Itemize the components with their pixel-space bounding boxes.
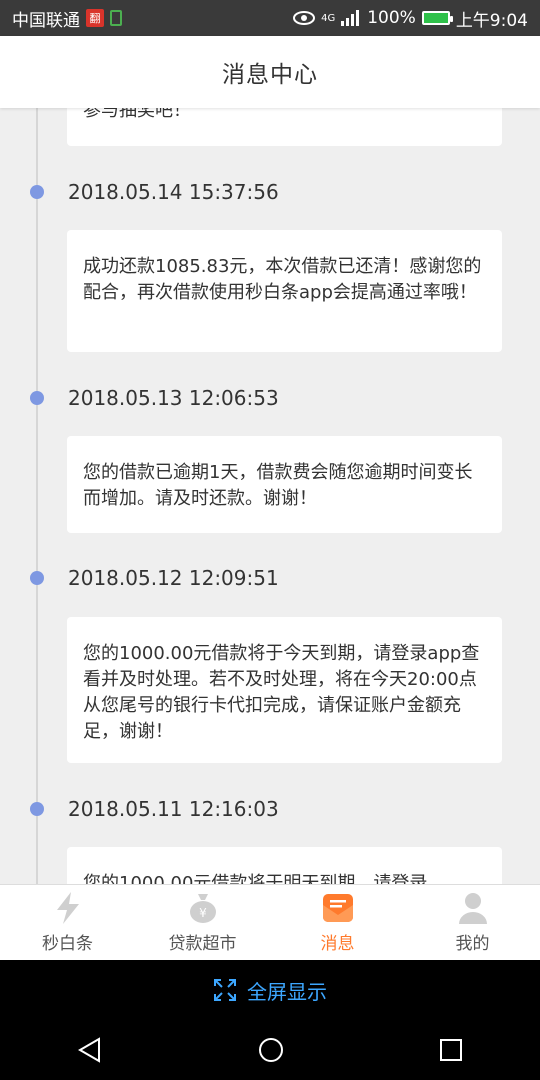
home-icon[interactable]	[258, 1037, 284, 1063]
nav-label: 我的	[455, 934, 490, 954]
timeline-dot	[30, 391, 44, 405]
message-date: 2018.05.11 12:16:03	[68, 797, 279, 821]
nav-label: 贷款超市	[168, 934, 237, 954]
network-type: 4G	[321, 12, 336, 24]
expand-icon	[214, 979, 236, 1001]
person-icon	[456, 891, 490, 925]
nav-label: 消息	[320, 934, 355, 954]
nav-item-miaobaitiao[interactable]: 秒白条	[0, 885, 135, 960]
svg-text:¥: ¥	[199, 906, 207, 920]
nav-item-messages[interactable]: 消息	[270, 885, 405, 960]
timeline-dot	[30, 185, 44, 199]
status-time: 上午9:04	[455, 10, 528, 31]
nav-item-loan-market[interactable]: ¥ 贷款超市	[135, 885, 270, 960]
eye-icon	[293, 11, 316, 25]
nav-item-mine[interactable]: 我的	[405, 885, 540, 960]
signal-icon	[341, 10, 360, 26]
recents-icon[interactable]	[439, 1038, 463, 1062]
bottom-nav: 秒白条 ¥ 贷款超市 消息 我的	[0, 884, 540, 960]
timeline-dot	[30, 802, 44, 816]
fullscreen-button[interactable]: 全屏显示	[0, 960, 540, 1020]
battery-icon	[421, 11, 453, 25]
battery-percent: 100%	[367, 8, 416, 28]
sim-icon	[110, 10, 122, 26]
money-bag-icon: ¥	[186, 891, 220, 925]
page-title: 消息中心	[222, 62, 318, 88]
message-card[interactable]: 您的1000.00元借款将于今天到期，请登录app查看并及时处理。若不及时处理，…	[67, 617, 502, 763]
message-date: 2018.05.12 12:09:51	[68, 566, 279, 590]
message-text: 成功还款1085.83元，本次借款已还清！感谢您的配合，再次借款使用秒白条app…	[83, 256, 482, 303]
header: 消息中心	[0, 36, 540, 108]
message-text: 您的1000.00元借款将于今天到期，请登录app查看并及时处理。若不及时处理，…	[83, 643, 480, 742]
lightning-icon	[51, 891, 85, 925]
message-date: 2018.05.14 15:37:56	[68, 180, 279, 204]
message-list[interactable]: 参与抽奖吧！ 2018.05.14 15:37:56 成功还款1085.83元，…	[0, 108, 540, 884]
message-text: 您的1000.00元借款将于明天到期，请登录	[83, 873, 428, 884]
fullscreen-label: 全屏显示	[247, 979, 327, 1004]
carrier-name: 中国联通	[12, 10, 80, 31]
message-card[interactable]: 您的1000.00元借款将于明天到期，请登录	[67, 847, 502, 884]
back-icon[interactable]	[77, 1037, 103, 1063]
system-nav	[0, 1020, 540, 1080]
message-icon	[321, 891, 355, 925]
message-card[interactable]: 成功还款1085.83元，本次借款已还清！感谢您的配合，再次借款使用秒白条app…	[67, 230, 502, 352]
message-card[interactable]: 您的借款已逾期1天，借款费会随您逾期时间变长而增加。请及时还款。谢谢！	[67, 436, 502, 533]
message-text: 您的借款已逾期1天，借款费会随您逾期时间变长而增加。请及时还款。谢谢！	[83, 462, 473, 509]
timeline-line	[36, 108, 38, 884]
timeline-dot	[30, 571, 44, 585]
message-date: 2018.05.13 12:06:53	[68, 386, 279, 410]
message-text: 参与抽奖吧！	[83, 108, 191, 121]
message-card[interactable]: 参与抽奖吧！	[67, 108, 502, 146]
carrier-badge-icon: 翻	[86, 9, 104, 27]
status-bar: 中国联通 翻 4G 100% 上午9:04	[0, 0, 540, 36]
nav-label: 秒白条	[42, 934, 93, 954]
